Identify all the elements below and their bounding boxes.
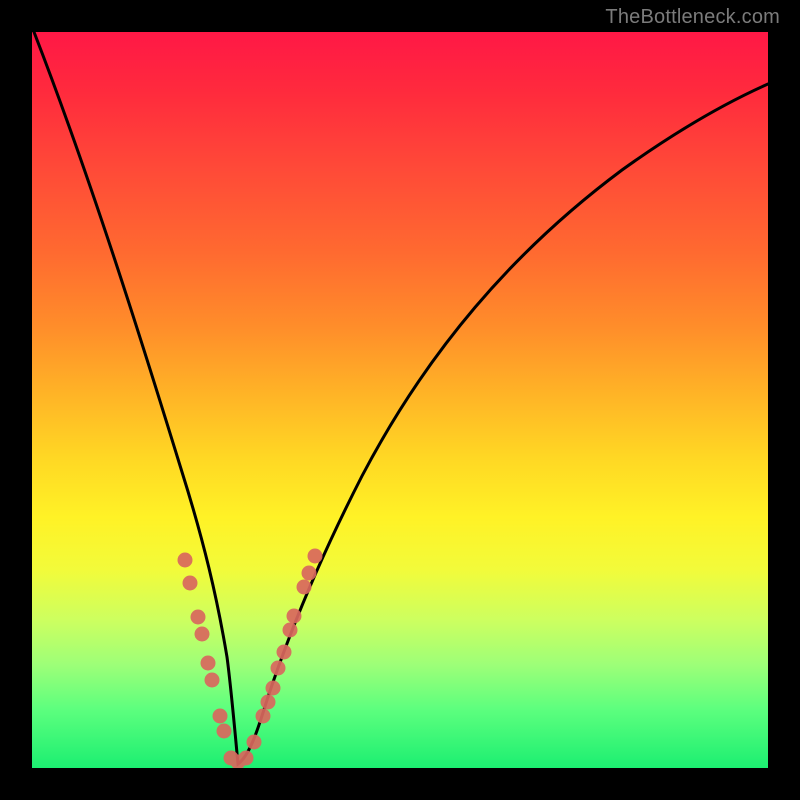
chart-frame: TheBottleneck.com xyxy=(0,0,800,800)
plot-background xyxy=(32,32,768,768)
watermark-text: TheBottleneck.com xyxy=(605,6,780,29)
